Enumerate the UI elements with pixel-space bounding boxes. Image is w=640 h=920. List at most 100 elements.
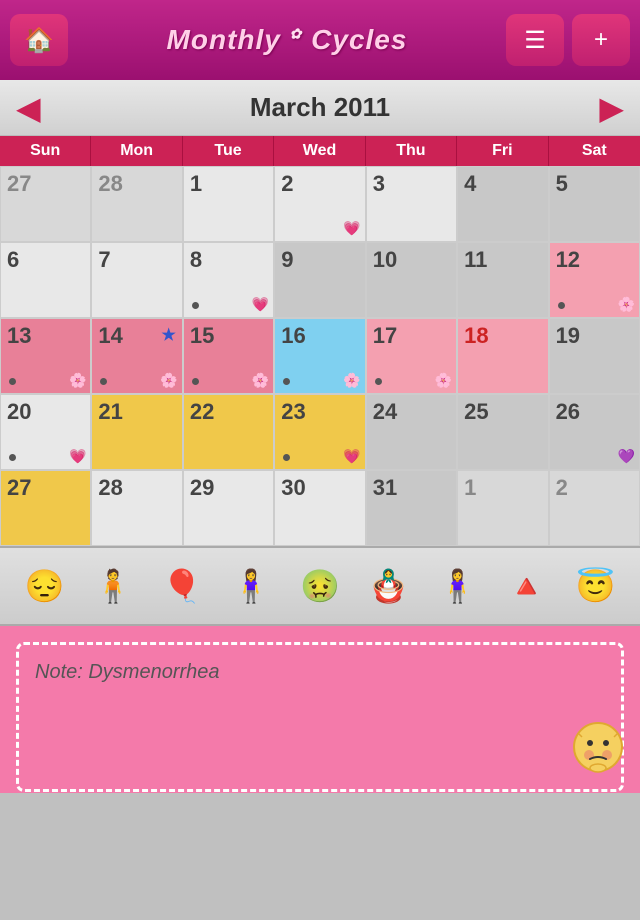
calendar-cell[interactable]: 16 🌸 xyxy=(274,318,365,394)
day-header-tue: Tue xyxy=(183,136,274,166)
cell-emoji: 💗 xyxy=(343,448,360,465)
cell-date-number: 21 xyxy=(98,399,175,425)
calendar-cell[interactable]: 3 xyxy=(366,166,457,242)
cell-date-number: 6 xyxy=(7,247,84,273)
calendar-cell[interactable]: 27 xyxy=(0,470,91,546)
cell-date-number: 8 xyxy=(190,247,267,273)
cell-date-number: 24 xyxy=(373,399,450,425)
calendar-cell[interactable]: 19 xyxy=(549,318,640,394)
calendar-cell[interactable]: 14★🌸 xyxy=(91,318,182,394)
calendar-cell[interactable]: 28 xyxy=(91,470,182,546)
cell-date-number: 17 xyxy=(373,323,450,349)
cell-dot xyxy=(192,378,199,385)
cell-dot xyxy=(283,378,290,385)
cell-dot xyxy=(192,302,199,309)
cell-date-number: 29 xyxy=(190,475,267,501)
cell-date-number: 23 xyxy=(281,399,358,425)
calendar-cell[interactable]: 27 xyxy=(0,166,91,242)
cell-dot xyxy=(100,378,107,385)
calendar-cell[interactable]: 20💗 xyxy=(0,394,91,470)
calendar-cell[interactable]: 26💜 xyxy=(549,394,640,470)
symbol-item-7[interactable]: 🔺 xyxy=(507,567,547,605)
list-button[interactable]: ☰ xyxy=(506,14,564,66)
cell-date-number: 22 xyxy=(190,399,267,425)
symbol-item-6[interactable]: 🧍‍♀️ xyxy=(438,567,478,605)
home-button[interactable]: 🏠 xyxy=(10,14,68,66)
day-header-sun: Sun xyxy=(0,136,91,166)
calendar-cell[interactable]: 21 xyxy=(91,394,182,470)
cell-date-number: 3 xyxy=(373,171,450,197)
cell-date-number: 27 xyxy=(7,171,84,197)
calendar-cell[interactable]: 22 xyxy=(183,394,274,470)
day-header-fri: Fri xyxy=(457,136,548,166)
cell-dot xyxy=(9,378,16,385)
home-icon: 🏠 xyxy=(24,26,54,55)
cell-date-number: 12 xyxy=(556,247,633,273)
month-title: March 2011 xyxy=(250,92,390,123)
next-month-button[interactable]: ▶ xyxy=(599,89,624,127)
calendar-cell[interactable]: 31 xyxy=(366,470,457,546)
add-button[interactable]: + xyxy=(572,14,630,66)
symbol-bar: 😔 🧍 🎈 🧍‍♀️ 🤢 🪆 🧍‍♀️ 🔺 😇 xyxy=(0,546,640,626)
cell-date-number: 25 xyxy=(464,399,541,425)
calendar-cell[interactable]: 10 xyxy=(366,242,457,318)
symbol-item-1[interactable]: 🧍 xyxy=(93,567,133,605)
cell-emoji: 💗 xyxy=(252,296,269,313)
calendar-cell[interactable]: 1 xyxy=(457,470,548,546)
cell-dot xyxy=(558,302,565,309)
cell-date-number: 2 xyxy=(556,475,633,501)
symbol-item-8[interactable]: 😇 xyxy=(576,567,616,605)
calendar-cell[interactable]: 23 💗 xyxy=(274,394,365,470)
app-title: Monthly ✿ Cycles xyxy=(167,24,408,56)
calendar-cell[interactable]: 6 xyxy=(0,242,91,318)
calendar-cell[interactable]: 12🌸 xyxy=(549,242,640,318)
cell-date-number: 10 xyxy=(373,247,450,273)
star-icon: ★ xyxy=(162,325,176,345)
cell-emoji: 🌸 xyxy=(252,372,269,389)
cell-date-number: 30 xyxy=(281,475,358,501)
cell-date-number: 7 xyxy=(98,247,175,273)
add-icon: + xyxy=(594,26,608,54)
cell-date-number: 2 xyxy=(281,171,358,197)
cell-date-number: 4 xyxy=(464,171,541,197)
calendar-cell[interactable]: 4 xyxy=(457,166,548,242)
symbol-item-0[interactable]: 😔 xyxy=(25,567,65,605)
calendar-cell[interactable]: 29 xyxy=(183,470,274,546)
calendar-cell[interactable]: 2💗 xyxy=(274,166,365,242)
cell-date-number: 31 xyxy=(373,475,450,501)
calendar-cell[interactable]: 24 xyxy=(366,394,457,470)
symbol-item-2[interactable]: 🎈 xyxy=(162,567,202,605)
calendar-cell[interactable]: 13🌸 xyxy=(0,318,91,394)
cell-emoji: 🌸 xyxy=(69,372,86,389)
cell-date-number: 15 xyxy=(190,323,267,349)
calendar-cell[interactable]: 11 xyxy=(457,242,548,318)
symbol-item-4[interactable]: 🤢 xyxy=(300,567,340,605)
note-area[interactable]: Note: Dysmenorrhea xyxy=(16,642,624,792)
cell-date-number: 11 xyxy=(464,247,541,273)
calendar-cell[interactable]: 30 xyxy=(274,470,365,546)
symbol-item-5[interactable]: 🪆 xyxy=(369,567,409,605)
cell-date-number: 26 xyxy=(556,399,633,425)
cell-date-number: 16 xyxy=(281,323,358,349)
cell-date-number: 28 xyxy=(98,171,175,197)
calendar-cell[interactable]: 7 xyxy=(91,242,182,318)
prev-month-button[interactable]: ◀ xyxy=(16,89,41,127)
day-header-wed: Wed xyxy=(274,136,365,166)
calendar-cell[interactable]: 25 xyxy=(457,394,548,470)
right-arrow-icon: ▶ xyxy=(599,90,624,126)
calendar-cell[interactable]: 17🌸 xyxy=(366,318,457,394)
calendar-cell[interactable]: 15 🌸 xyxy=(183,318,274,394)
calendar-cell[interactable]: 28 xyxy=(91,166,182,242)
calendar-cell[interactable]: 5 xyxy=(549,166,640,242)
cell-date-number: 1 xyxy=(190,171,267,197)
calendar-cell[interactable]: 8💗 xyxy=(183,242,274,318)
cell-date-number: 20 xyxy=(7,399,84,425)
symbol-item-3[interactable]: 🧍‍♀️ xyxy=(231,567,271,605)
left-arrow-icon: ◀ xyxy=(16,90,41,126)
calendar-cell[interactable]: 1 xyxy=(183,166,274,242)
cell-emoji: 🌸 xyxy=(343,372,360,389)
calendar-cell[interactable]: 18 xyxy=(457,318,548,394)
cell-date-number: 19 xyxy=(556,323,633,349)
calendar-cell[interactable]: 2 xyxy=(549,470,640,546)
calendar-cell[interactable]: 9 xyxy=(274,242,365,318)
